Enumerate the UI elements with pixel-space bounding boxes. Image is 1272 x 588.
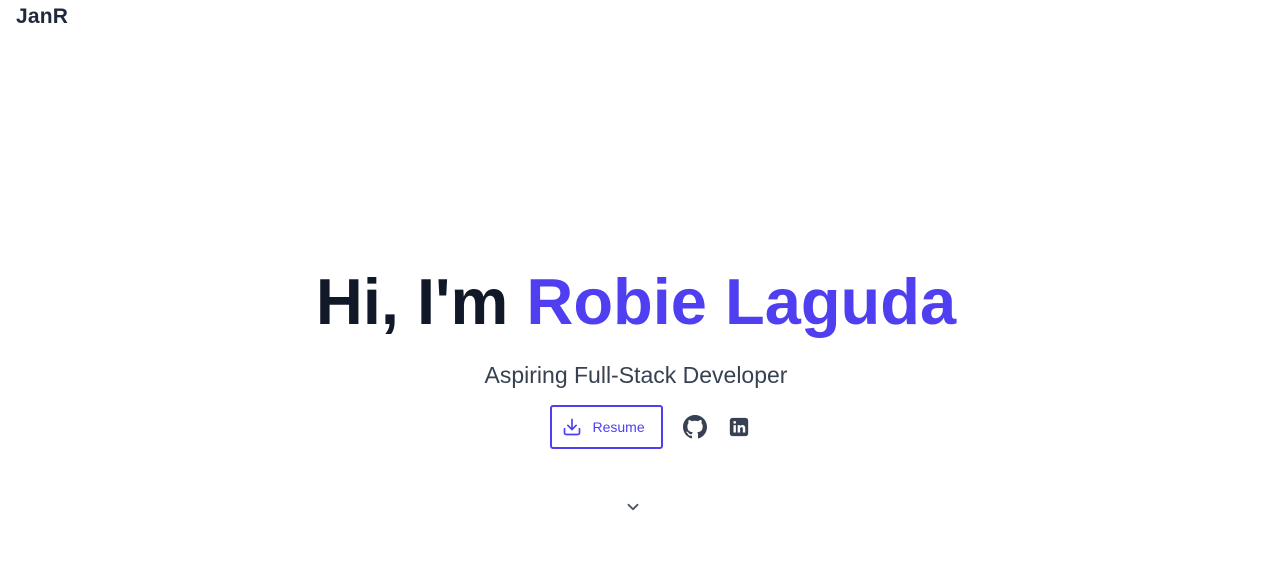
hero-subtitle: Aspiring Full-Stack Developer xyxy=(484,362,788,388)
hero-headline: Hi, I'm Robie Laguda xyxy=(0,262,1272,342)
resume-button[interactable]: Resume xyxy=(549,405,663,449)
linkedin-icon xyxy=(728,416,750,438)
chevron-down-icon xyxy=(624,498,642,516)
resume-label: Resume xyxy=(592,419,645,435)
scroll-down-button[interactable] xyxy=(624,498,642,516)
page: JanR Hi, I'm Robie Laguda Aspiring Full-… xyxy=(0,0,1272,588)
github-icon xyxy=(682,415,707,439)
hero-actions: Resume xyxy=(0,405,1272,449)
github-link[interactable] xyxy=(682,415,707,439)
hero-section: Hi, I'm Robie Laguda Aspiring Full-Stack… xyxy=(0,262,1272,449)
linkedin-link[interactable] xyxy=(727,415,751,439)
hero-name: Robie Laguda xyxy=(526,265,957,338)
download-icon xyxy=(562,417,593,437)
brand-logo[interactable]: JanR xyxy=(16,5,68,29)
hero-greeting: Hi, I'm xyxy=(315,265,527,338)
